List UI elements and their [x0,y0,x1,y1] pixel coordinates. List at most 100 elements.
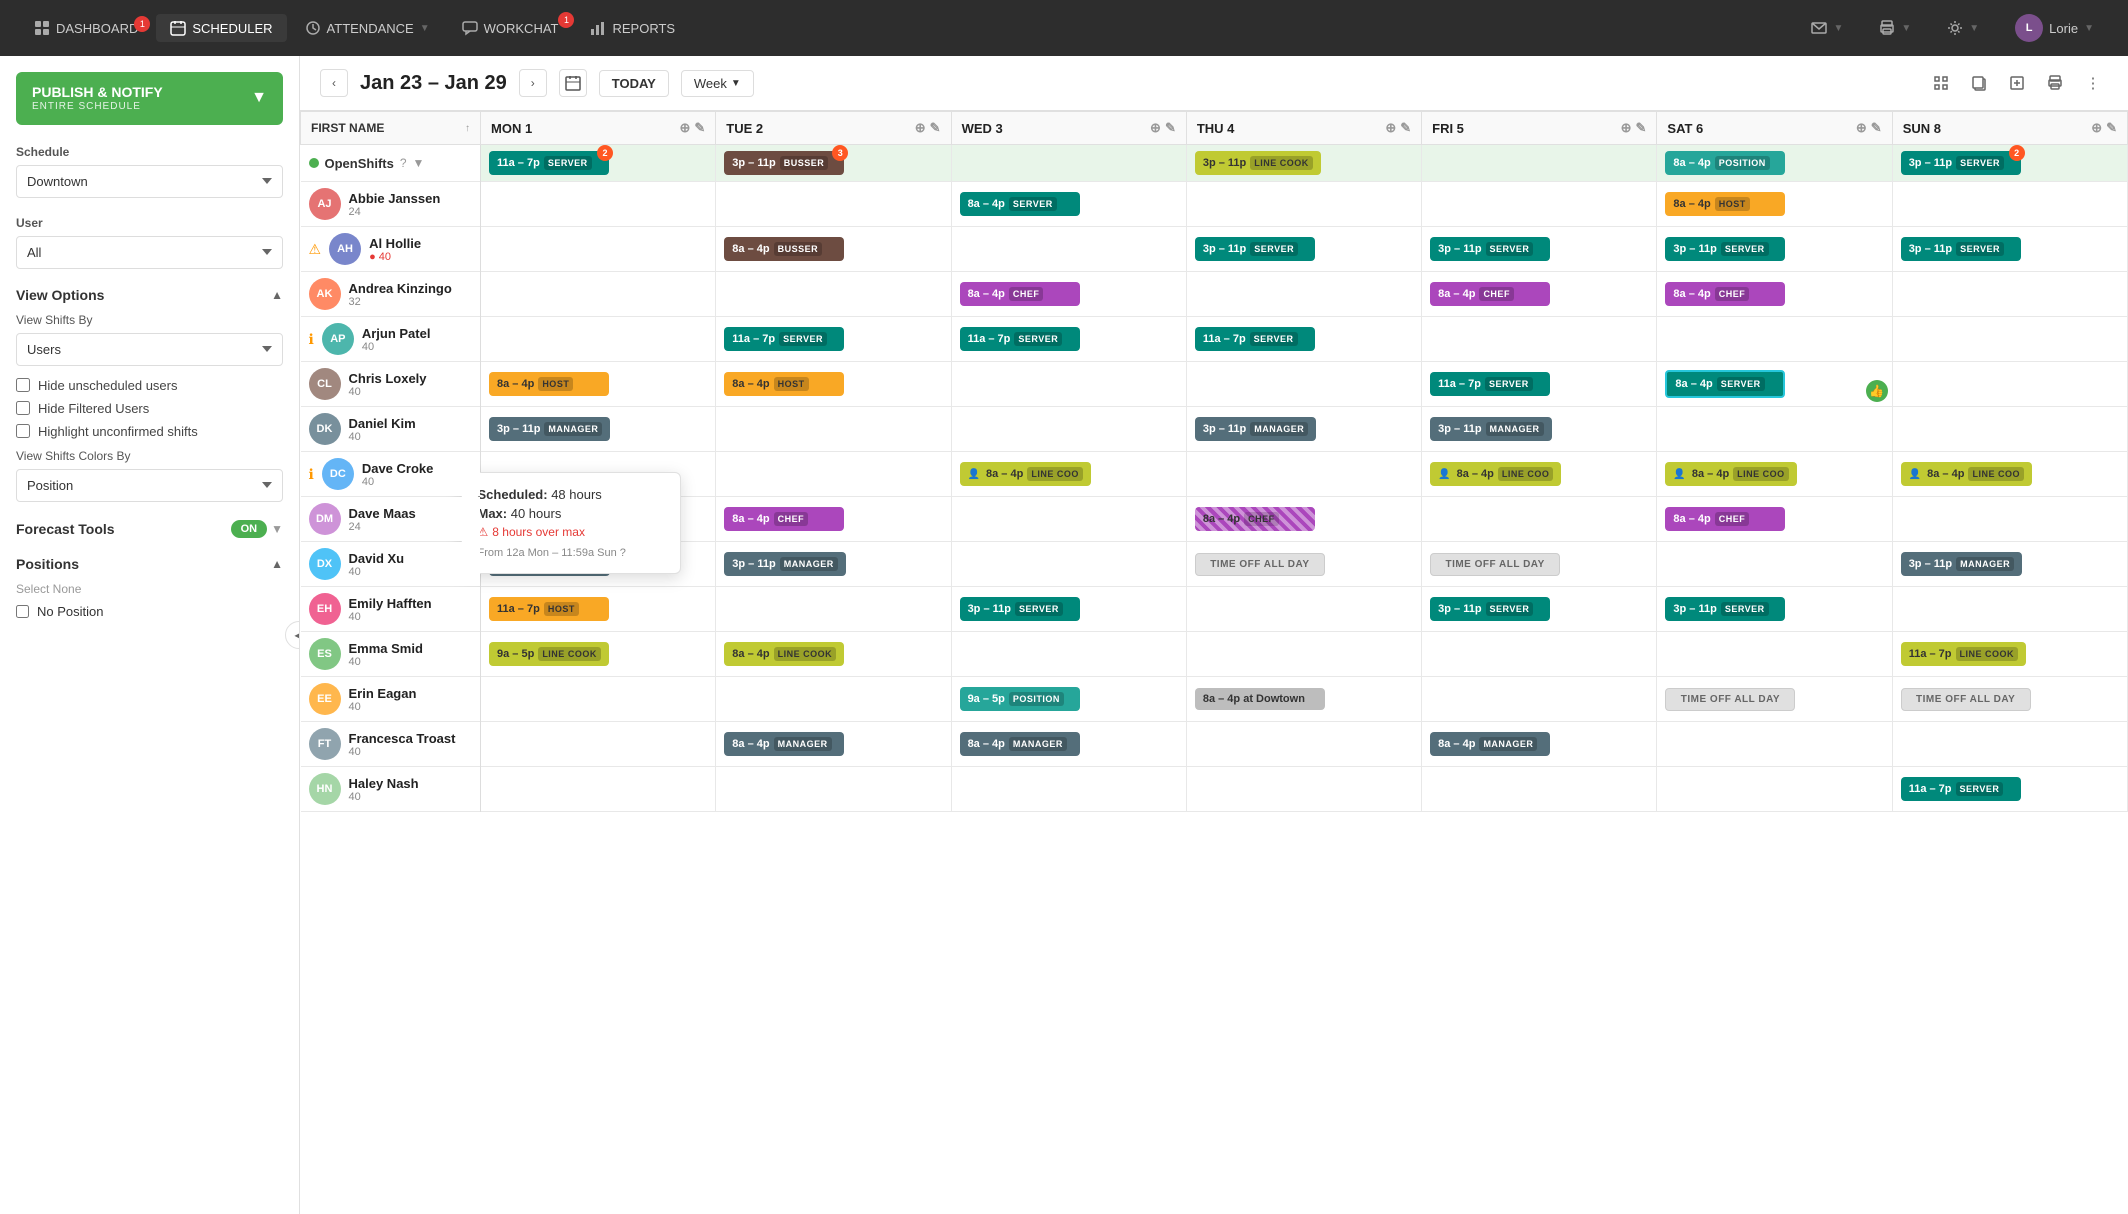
davecroke-fri-shift[interactable]: 👤 8a – 4p LINE COO [1430,462,1561,486]
arjun-tue-shift[interactable]: 11a – 7p SERVER [724,327,844,351]
haley-sun-shift[interactable]: 11a – 7p SERVER [1901,777,2021,801]
emma-thu[interactable] [1186,632,1421,677]
emma-mon-shift[interactable]: 9a – 5p LINE COOK [489,642,609,666]
snap-icon-btn[interactable] [1926,68,1956,98]
mon-copy-icon[interactable]: ⊕ [679,120,690,136]
emily-thu[interactable] [1186,587,1421,632]
emma-tue-shift[interactable]: 8a – 4p LINE COOK [724,642,844,666]
nav-print[interactable]: ▼ [1865,14,1925,42]
davemaas-sat[interactable]: 8a – 4p CHEF [1657,497,1892,542]
abbie-sat[interactable]: 8a – 4p HOST [1657,182,1892,227]
daniel-wed[interactable] [951,407,1186,452]
open-shift-mon[interactable]: 11a – 7p SERVER 2 [489,151,609,175]
davemaas-wed[interactable] [951,497,1186,542]
haley-wed[interactable] [951,767,1186,812]
francesca-tue-shift[interactable]: 8a – 4p MANAGER [724,732,844,756]
nav-user[interactable]: L Lorie ▼ [2001,8,2108,48]
andrea-thu[interactable] [1186,272,1421,317]
arjun-thu-shift[interactable]: 11a – 7p SERVER [1195,327,1315,351]
davecroke-wed-shift[interactable]: 👤 8a – 4p LINE COO [960,462,1091,486]
alhollie-sun[interactable]: 3p – 11p SERVER [1892,227,2127,272]
sat-copy-icon[interactable]: ⊕ [1856,120,1867,136]
view-options-header[interactable]: View Options ▲ [16,287,283,303]
print-sched-icon-btn[interactable] [2040,68,2070,98]
open-mon-cell[interactable]: 11a – 7p SERVER 2 [481,145,716,182]
davidxu-tue-shift[interactable]: 3p – 11p MANAGER [724,552,845,576]
arjun-sun[interactable] [1892,317,2127,362]
francesca-mon[interactable] [481,722,716,767]
duplicate-icon-btn[interactable] [2002,68,2032,98]
erin-thu-shift[interactable]: 8a – 4p at Dowtown [1195,688,1325,710]
alhollie-sun-shift[interactable]: 3p – 11p SERVER [1901,237,2021,261]
erin-wed-shift[interactable]: 9a – 5p POSITION [960,687,1080,711]
arjun-wed[interactable]: 11a – 7p SERVER [951,317,1186,362]
emily-fri[interactable]: 3p – 11p SERVER [1422,587,1657,632]
prev-week-btn[interactable]: ‹ [320,69,348,97]
nav-settings[interactable]: ▼ [1933,14,1993,42]
erin-sun[interactable]: TIME OFF ALL DAY [1892,677,2127,722]
chris-sat[interactable]: 8a – 4p SERVER 👍 [1657,362,1892,407]
wed-edit-icon[interactable]: ✎ [1165,120,1176,136]
emma-mon[interactable]: 9a – 5p LINE COOK [481,632,716,677]
open-shifts-question[interactable]: ? [400,156,407,170]
davecroke-tue[interactable] [716,452,951,497]
abbie-wed[interactable]: 8a – 4p SERVER [951,182,1186,227]
open-shift-sun[interactable]: 3p – 11p SERVER 2 [1901,151,2021,175]
thumbs-up-icon[interactable]: 👍 [1866,380,1888,402]
francesca-fri[interactable]: 8a – 4p MANAGER [1422,722,1657,767]
emily-mon[interactable]: 11a – 7p HOST [481,587,716,632]
andrea-mon[interactable] [481,272,716,317]
alhollie-fri[interactable]: 3p – 11p SERVER [1422,227,1657,272]
emily-wed[interactable]: 3p – 11p SERVER [951,587,1186,632]
emily-sat[interactable]: 3p – 11p SERVER [1657,587,1892,632]
davidxu-fri-timeoff[interactable]: TIME OFF ALL DAY [1430,553,1560,576]
open-thu-cell[interactable]: 3p – 11p LINE COOK [1186,145,1421,182]
open-shifts-toggle[interactable]: ▼ [413,156,425,170]
open-wed-cell[interactable] [951,145,1186,182]
davidxu-fri[interactable]: TIME OFF ALL DAY [1422,542,1657,587]
chris-sun[interactable] [1892,362,2127,407]
davemaas-tue-shift[interactable]: 8a – 4p CHEF [724,507,844,531]
nav-item-attendance[interactable]: ATTENDANCE ▼ [291,14,444,42]
davemaas-sun[interactable] [1892,497,2127,542]
tue-copy-icon[interactable]: ⊕ [915,120,926,136]
erin-sat-timeoff[interactable]: TIME OFF ALL DAY [1665,688,1795,711]
emily-fri-shift[interactable]: 3p – 11p SERVER [1430,597,1550,621]
copy-icon-btn[interactable] [1964,68,1994,98]
abbie-sun[interactable] [1892,182,2127,227]
calendar-picker-btn[interactable] [559,69,587,97]
highlight-unconfirmed-checkbox[interactable] [16,424,30,438]
alhollie-tue[interactable]: 8a – 4p BUSSER [716,227,951,272]
daniel-sat[interactable] [1657,407,1892,452]
davecroke-sat[interactable]: 👤 8a – 4p LINE COO [1657,452,1892,497]
daniel-fri[interactable]: 3p – 11p MANAGER [1422,407,1657,452]
arjun-mon[interactable] [481,317,716,362]
andrea-wed[interactable]: 8a – 4p CHEF [951,272,1186,317]
davidxu-thu-timeoff[interactable]: TIME OFF ALL DAY [1195,553,1325,576]
francesca-thu[interactable] [1186,722,1421,767]
chris-sat-shift[interactable]: 8a – 4p SERVER [1665,370,1785,398]
andrea-tue[interactable] [716,272,951,317]
daniel-thu[interactable]: 3p – 11p MANAGER [1186,407,1421,452]
chris-thu[interactable] [1186,362,1421,407]
andrea-fri-shift[interactable]: 8a – 4p CHEF [1430,282,1550,306]
andrea-sat[interactable]: 8a – 4p CHEF [1657,272,1892,317]
emily-sat-shift[interactable]: 3p – 11p SERVER [1665,597,1785,621]
chris-tue-shift[interactable]: 8a – 4p HOST [724,372,844,396]
open-shift-tue[interactable]: 3p – 11p BUSSER 3 [724,151,844,175]
today-btn[interactable]: TODAY [599,70,669,97]
thu-edit-icon[interactable]: ✎ [1400,120,1411,136]
davemaas-sat-shift[interactable]: 8a – 4p CHEF [1665,507,1785,531]
daniel-sun[interactable] [1892,407,2127,452]
emma-fri[interactable] [1422,632,1657,677]
francesca-wed-shift[interactable]: 8a – 4p MANAGER [960,732,1080,756]
davemaas-tue[interactable]: 8a – 4p CHEF [716,497,951,542]
daniel-thu-shift[interactable]: 3p – 11p MANAGER [1195,417,1316,441]
fri-copy-icon[interactable]: ⊕ [1621,120,1632,136]
arjun-tue[interactable]: 11a – 7p SERVER [716,317,951,362]
fri-edit-icon[interactable]: ✎ [1636,120,1647,136]
andrea-wed-shift[interactable]: 8a – 4p CHEF [960,282,1080,306]
open-shift-sat[interactable]: 8a – 4p POSITION [1665,151,1785,175]
thu-copy-icon[interactable]: ⊕ [1385,120,1396,136]
haley-tue[interactable] [716,767,951,812]
